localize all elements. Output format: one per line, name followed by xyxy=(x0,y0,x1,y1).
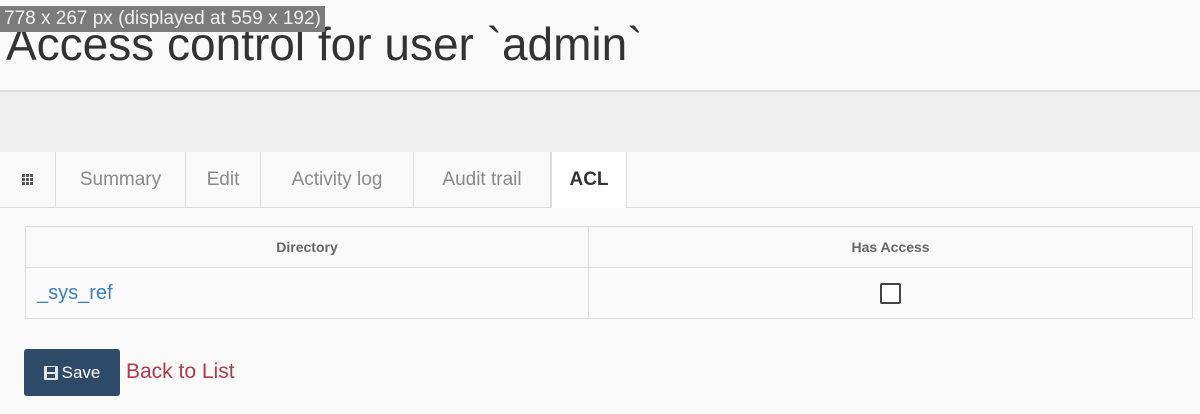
table-row: _sys_ref xyxy=(25,267,1193,319)
has-access-checkbox[interactable] xyxy=(880,282,901,304)
floppy-icon xyxy=(43,365,58,380)
back-to-list-link[interactable]: Back to List xyxy=(126,360,235,384)
save-button-label: Save xyxy=(61,362,101,382)
directory-link[interactable]: _sys_ref xyxy=(27,282,113,304)
column-header-directory: Directory xyxy=(25,226,589,268)
acl-table: Directory Has Access _sys_ref xyxy=(25,226,1193,319)
tab-audit-trail[interactable]: Audit trail xyxy=(414,152,551,207)
image-dimensions-label: 778 x 267 px (displayed at 559 x 192) xyxy=(0,6,325,32)
tab-summary[interactable]: Summary xyxy=(56,152,186,207)
column-header-has-access: Has Access xyxy=(588,226,1193,268)
table-header-row: Directory Has Access xyxy=(25,226,1193,268)
tab-acl[interactable]: ACL xyxy=(551,152,627,208)
toolbar xyxy=(0,92,1200,152)
directory-cell: _sys_ref xyxy=(25,267,589,319)
tab-grid-menu[interactable] xyxy=(0,152,56,207)
tab-activity-log[interactable]: Activity log xyxy=(261,152,414,207)
tab-edit[interactable]: Edit xyxy=(186,152,261,207)
has-access-cell xyxy=(588,267,1193,319)
grid-icon xyxy=(22,174,33,185)
tab-bar: Summary Edit Activity log Audit trail AC… xyxy=(0,152,1200,208)
page: 778 x 267 px (displayed at 559 x 192) Ac… xyxy=(0,0,1200,414)
save-button[interactable]: Save xyxy=(24,349,120,396)
